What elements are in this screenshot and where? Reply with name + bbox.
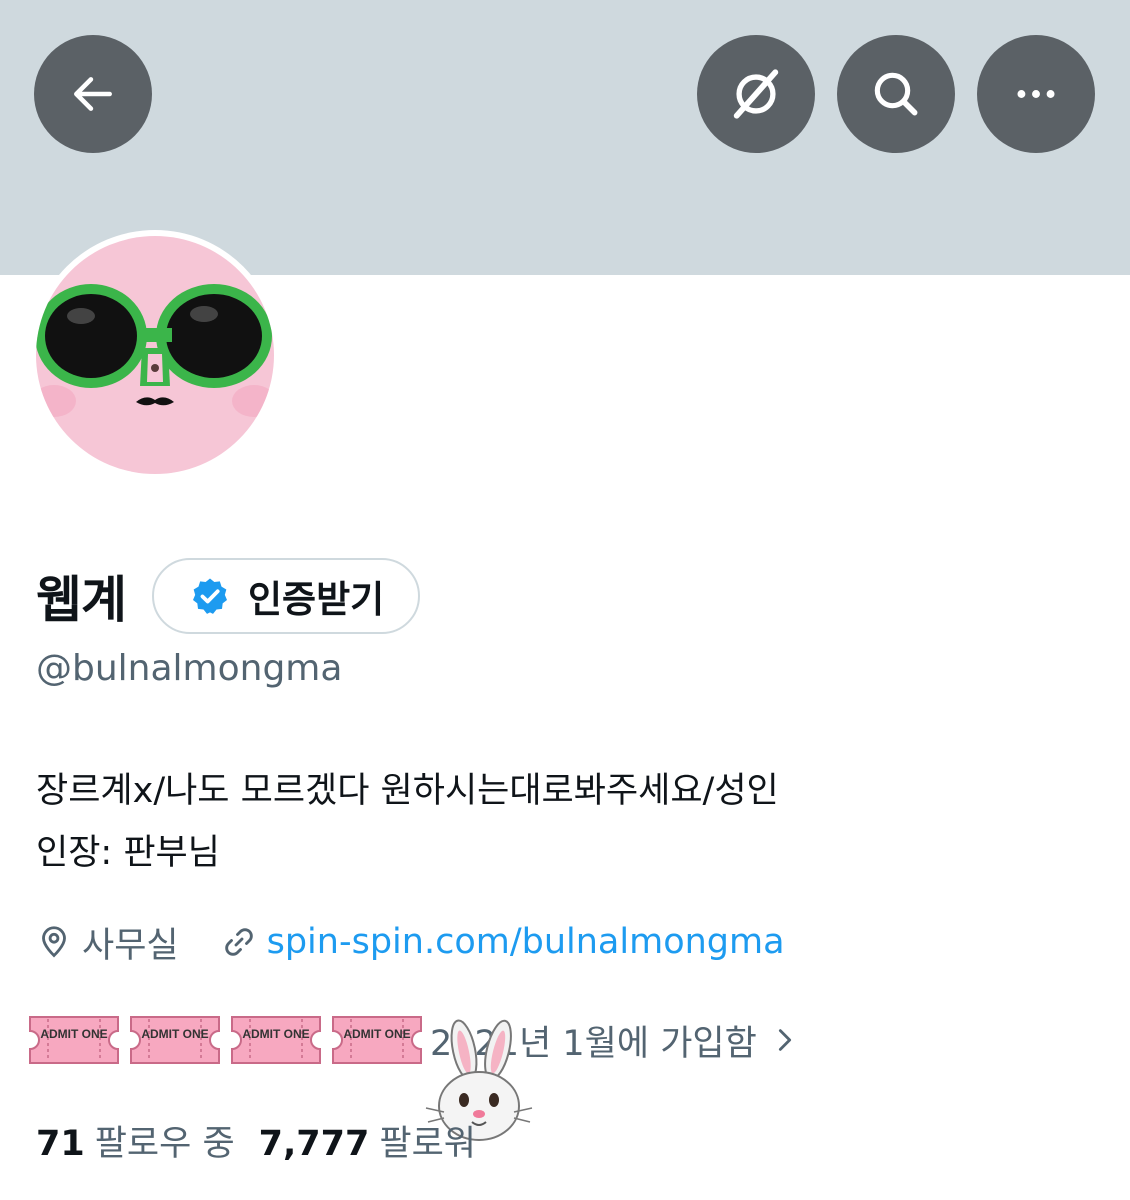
- grok-slash-circle-icon: [733, 69, 779, 119]
- search-button[interactable]: [837, 35, 955, 153]
- display-name: 웹계: [36, 571, 127, 629]
- search-icon: [874, 72, 918, 116]
- followers-count: 7,777: [258, 1123, 370, 1164]
- link-icon: [224, 928, 253, 956]
- bio-line: 인장: 판부님: [36, 833, 220, 873]
- joined-date-row[interactable]: ADMIT ONE ADMIT ONE ADMIT ONE ADMIT ONE …: [26, 1008, 799, 1072]
- follow-stats: 71 팔로우 중 7,777 팔로워: [36, 1114, 476, 1166]
- location: 사무실: [36, 917, 179, 968]
- following-count: 71: [36, 1123, 85, 1164]
- ticket-text: ADMIT ONE: [343, 1027, 410, 1041]
- more-options-button[interactable]: [977, 35, 1095, 153]
- avatar-image: [36, 236, 274, 474]
- admit-one-ticket: ADMIT ONE: [29, 1016, 119, 1064]
- admit-one-ticket: ADMIT ONE: [130, 1016, 220, 1064]
- get-verified-label: 인증받기: [248, 578, 385, 621]
- location-text: 사무실: [82, 925, 179, 966]
- more-horizontal-icon: [1017, 90, 1055, 98]
- chevron-right-icon: [778, 1029, 791, 1051]
- website-link[interactable]: spin-spin.com/bulnalmongma: [221, 922, 785, 962]
- user-handle: @bulnalmongma: [36, 648, 343, 689]
- back-button[interactable]: [34, 35, 152, 153]
- ticket-text: ADMIT ONE: [141, 1027, 208, 1041]
- followers-link[interactable]: 7,777 팔로워: [259, 1115, 476, 1166]
- grok-button[interactable]: [697, 35, 815, 153]
- admit-one-ticket: ADMIT ONE: [231, 1016, 321, 1064]
- location-pin-icon: [42, 926, 66, 958]
- following-link[interactable]: 71 팔로우 중: [36, 1115, 235, 1166]
- arrow-left-icon: [74, 77, 112, 111]
- profile-avatar[interactable]: [30, 230, 280, 480]
- profile-bio: 장르계x/나도 모르겠다 원하시는대로봐주세요/성인 인장: 판부님: [36, 760, 779, 884]
- verified-badge-icon: [193, 578, 227, 614]
- ticket-text: ADMIT ONE: [242, 1027, 309, 1041]
- profile-meta: 사무실 spin-spin.com/bulnalmongma: [36, 918, 785, 966]
- get-verified-button[interactable]: 인증받기: [152, 558, 421, 634]
- ticket-text: ADMIT ONE: [40, 1027, 107, 1041]
- name-row: 웹계 인증받기: [36, 556, 421, 636]
- following-label: 팔로우 중: [94, 1123, 235, 1164]
- admit-one-ticket: ADMIT ONE: [332, 1016, 422, 1064]
- website-url[interactable]: spin-spin.com/bulnalmongma: [267, 922, 785, 962]
- followers-label: 팔로워: [379, 1123, 476, 1164]
- bio-line: 장르계x/나도 모르겠다 원하시는대로봐주세요/성인: [36, 771, 779, 811]
